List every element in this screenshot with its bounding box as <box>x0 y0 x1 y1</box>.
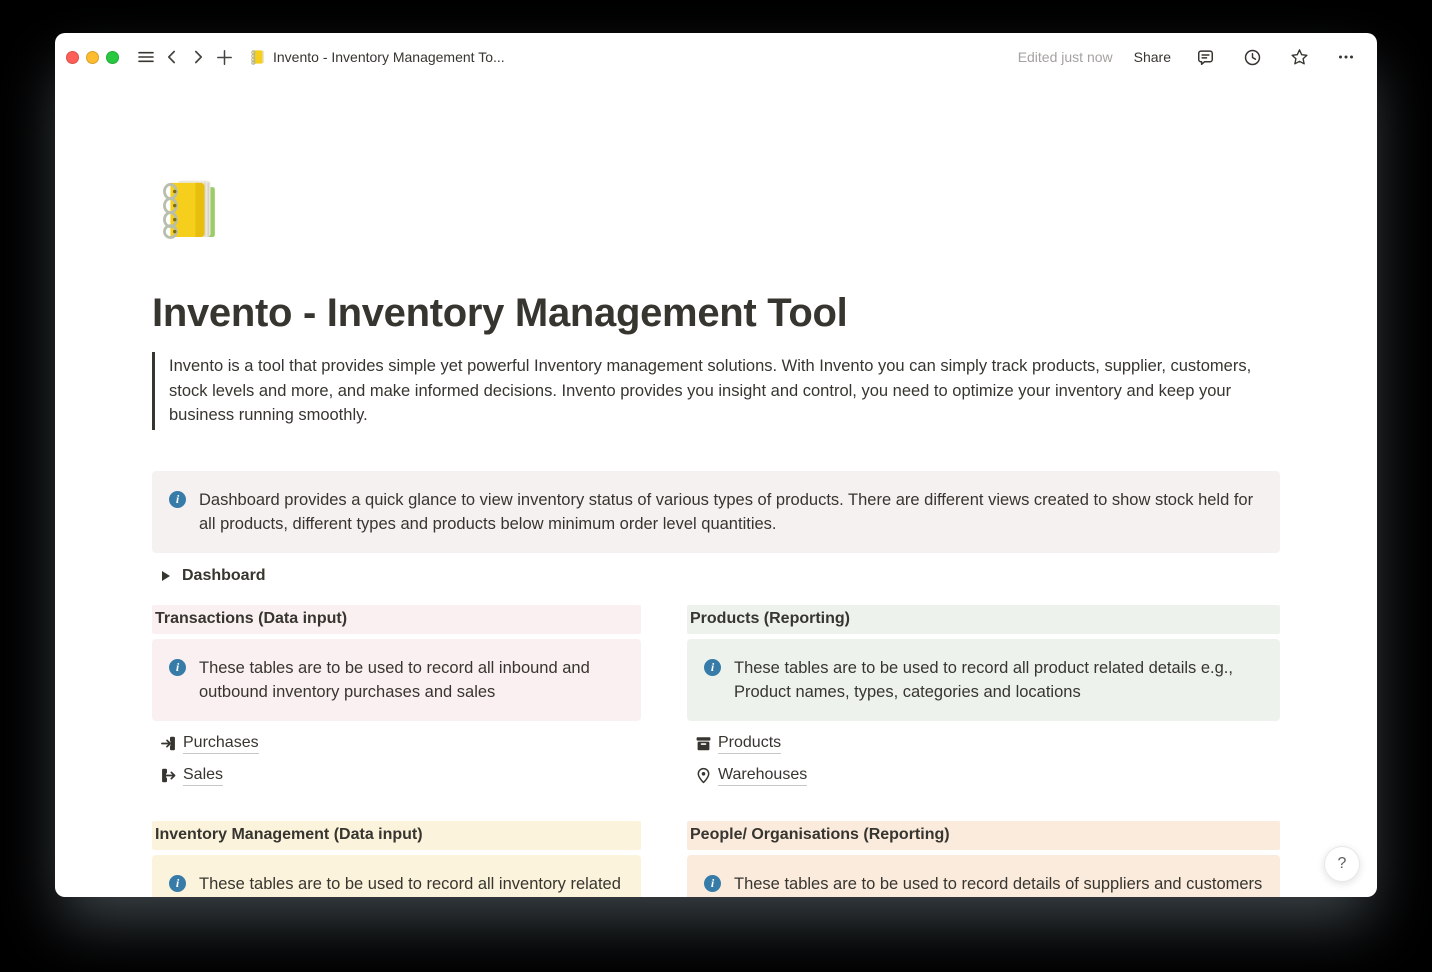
zoom-window-button[interactable] <box>106 51 119 64</box>
updates-clock-icon[interactable] <box>1239 44 1265 70</box>
more-options-icon[interactable] <box>1333 44 1359 70</box>
app-window: Invento - Inventory Management To... Edi… <box>55 33 1377 897</box>
transactions-callout[interactable]: i These tables are to be used to record … <box>152 639 641 721</box>
back-button[interactable] <box>159 44 185 70</box>
edited-status: Edited just now <box>1018 49 1113 65</box>
forward-button[interactable] <box>185 44 211 70</box>
new-tab-button[interactable] <box>211 44 237 70</box>
info-icon: i <box>169 659 186 676</box>
enter-icon <box>160 735 177 752</box>
products-callout[interactable]: i These tables are to be used to record … <box>687 639 1280 721</box>
toggle-triangle-icon[interactable] <box>162 571 170 581</box>
info-icon: i <box>169 875 186 892</box>
section-header-products: Products (Reporting) <box>687 605 1280 634</box>
help-button[interactable]: ? <box>1324 846 1360 882</box>
columns-row-2: Inventory Management (Data input) i Thes… <box>152 821 1280 898</box>
link-label[interactable]: Sales <box>183 766 223 786</box>
link-label[interactable]: Warehouses <box>718 766 807 786</box>
section-header-transactions: Transactions (Data input) <box>152 605 641 634</box>
products-links: Products Warehouses <box>687 732 1280 788</box>
transactions-callout-text: These tables are to be used to record al… <box>199 656 625 704</box>
close-window-button[interactable] <box>66 51 79 64</box>
products-callout-text: These tables are to be used to record al… <box>734 656 1264 704</box>
inventory-management-callout-text: These tables are to be used to record al… <box>199 872 625 898</box>
transactions-links: Purchases Sales <box>152 732 641 788</box>
section-title: People/ Organisations (Reporting) <box>690 826 950 844</box>
section-header-people-organisations: People/ Organisations (Reporting) <box>687 821 1280 850</box>
sidebar-menu-icon[interactable] <box>133 44 159 70</box>
link-label[interactable]: Products <box>718 734 781 754</box>
intro-quote[interactable]: Invento is a tool that provides simple y… <box>152 352 1280 430</box>
intro-quote-text: Invento is a tool that provides simple y… <box>169 357 1251 424</box>
archive-box-icon <box>695 735 712 752</box>
dashboard-callout-text: Dashboard provides a quick glance to vie… <box>199 488 1264 536</box>
people-organisations-column: People/ Organisations (Reporting) i Thes… <box>687 821 1280 898</box>
columns-row-1: Transactions (Data input) i These tables… <box>152 605 1280 796</box>
minimize-window-button[interactable] <box>86 51 99 64</box>
exit-icon <box>160 767 177 784</box>
products-column: Products (Reporting) i These tables are … <box>687 605 1280 796</box>
traffic-lights <box>66 51 119 64</box>
page-link-warehouses[interactable]: Warehouses <box>687 764 1280 788</box>
section-title: Products (Reporting) <box>690 610 850 628</box>
titlebar-actions: Edited just now Share <box>1018 44 1359 70</box>
location-pin-icon <box>695 767 712 784</box>
notebook-emoji-icon <box>249 48 267 66</box>
link-label[interactable]: Purchases <box>183 734 259 754</box>
share-button[interactable]: Share <box>1134 49 1171 65</box>
section-header-inventory-management: Inventory Management (Data input) <box>152 821 641 850</box>
comments-icon[interactable] <box>1192 44 1218 70</box>
page-icon-notebook[interactable] <box>152 172 230 250</box>
people-organisations-callout[interactable]: i These tables are to be used to record … <box>687 855 1280 898</box>
page-link-products[interactable]: Products <box>687 732 1280 756</box>
page-title[interactable]: Invento - Inventory Management Tool <box>152 288 1280 338</box>
inventory-management-callout[interactable]: i These tables are to be used to record … <box>152 855 641 898</box>
info-icon: i <box>704 659 721 676</box>
desktop-background: Invento - Inventory Management To... Edi… <box>0 0 1432 972</box>
info-icon: i <box>704 875 721 892</box>
transactions-column: Transactions (Data input) i These tables… <box>152 605 641 796</box>
section-title: Transactions (Data input) <box>155 610 347 628</box>
inventory-management-column: Inventory Management (Data input) i Thes… <box>152 821 641 898</box>
people-organisations-callout-text: These tables are to be used to record de… <box>734 872 1262 898</box>
page-content: Invento - Inventory Management Tool Inve… <box>55 172 1377 897</box>
dashboard-toggle-label[interactable]: Dashboard <box>182 567 266 585</box>
dashboard-toggle[interactable]: Dashboard <box>152 564 1280 588</box>
favorite-star-icon[interactable] <box>1286 44 1312 70</box>
titlebar: Invento - Inventory Management To... Edi… <box>55 33 1377 81</box>
page-link-purchases[interactable]: Purchases <box>152 732 641 756</box>
tab-title[interactable]: Invento - Inventory Management To... <box>273 49 505 65</box>
page-link-sales[interactable]: Sales <box>152 764 641 788</box>
dashboard-callout[interactable]: i Dashboard provides a quick glance to v… <box>152 471 1280 553</box>
section-title: Inventory Management (Data input) <box>155 826 423 844</box>
info-icon: i <box>169 491 186 508</box>
